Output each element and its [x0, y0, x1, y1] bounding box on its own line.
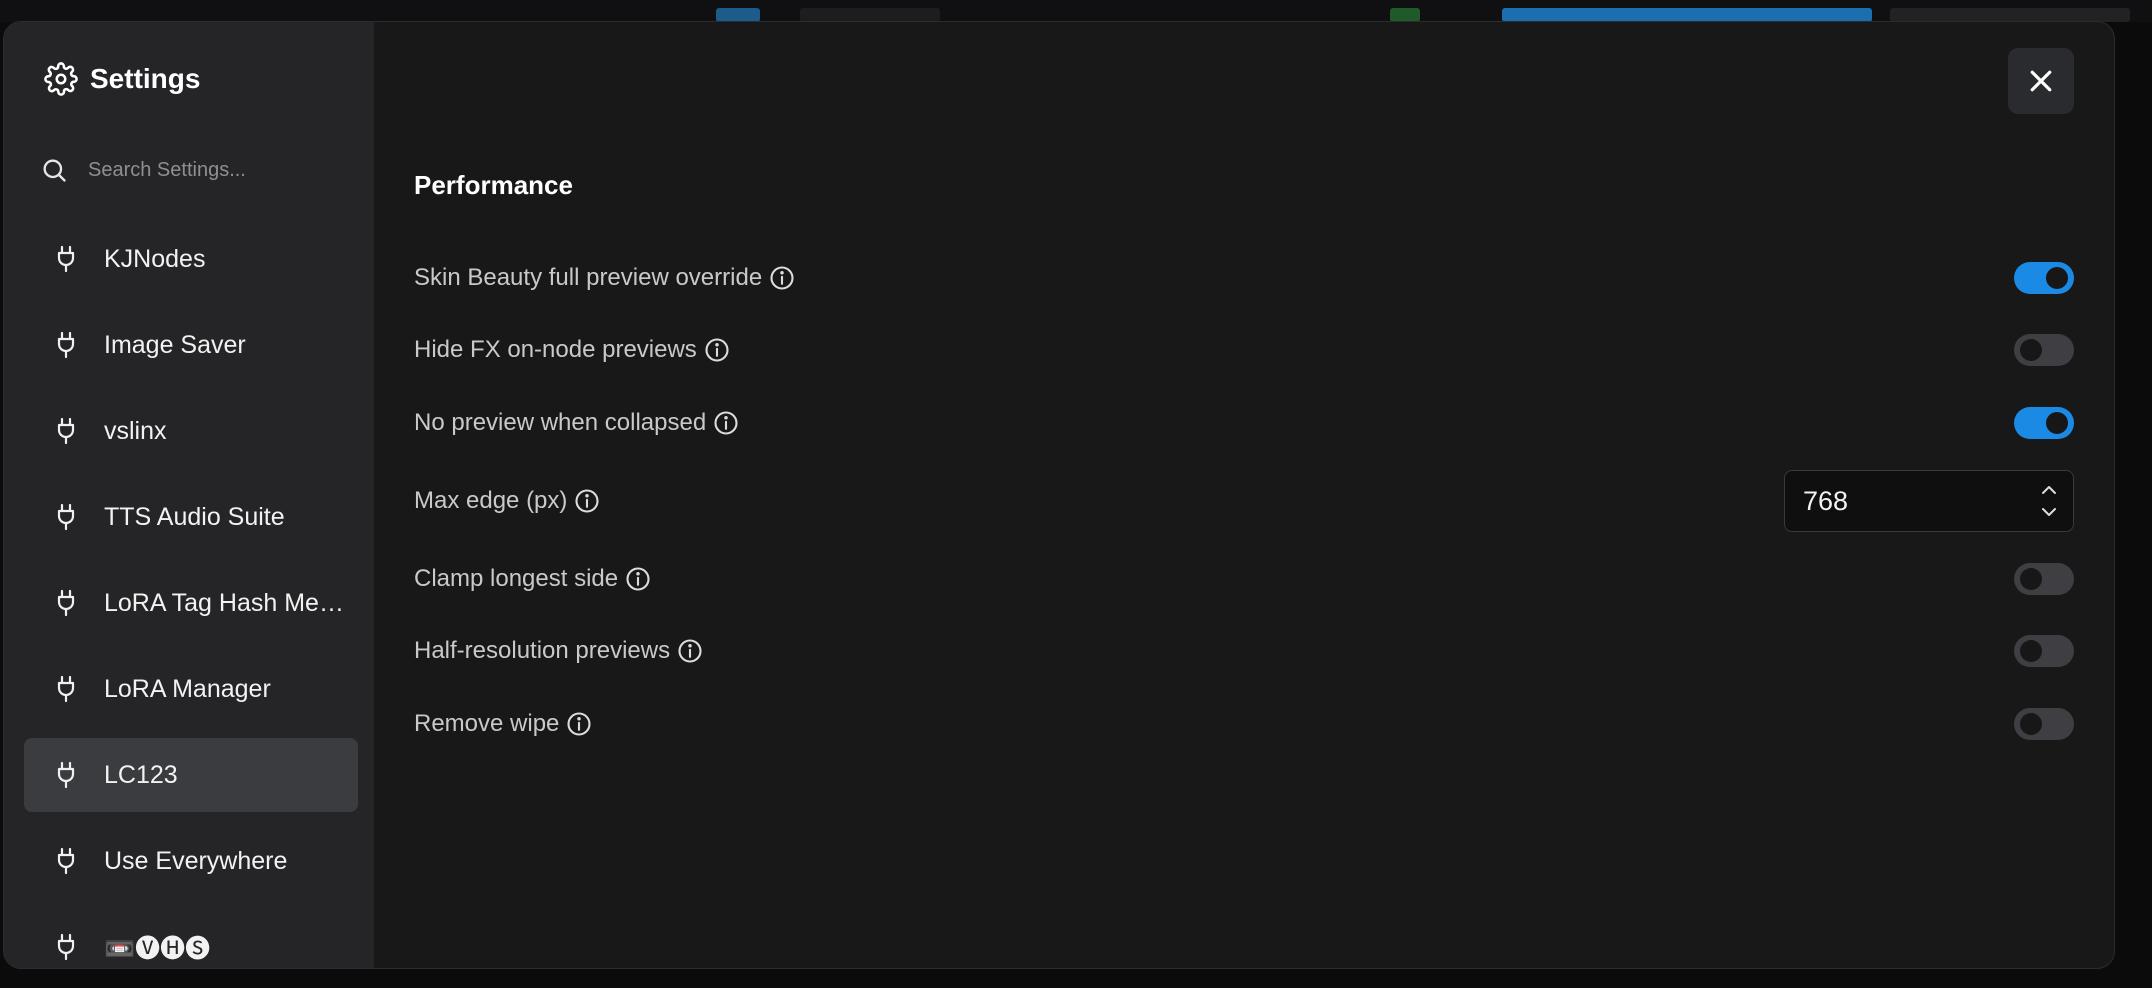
- info-icon[interactable]: [573, 487, 601, 515]
- plug-icon: [57, 761, 75, 789]
- setting-label: Remove wipe: [414, 710, 560, 737]
- setting-row: No preview when collapsed: [414, 403, 2074, 443]
- settings-header: Settings: [44, 62, 200, 96]
- setting-label-group: Hide FX on-node previews: [414, 336, 731, 364]
- setting-label-group: Clamp longest side: [414, 565, 652, 593]
- setting-toggle[interactable]: [2014, 708, 2074, 740]
- setting-label: No preview when collapsed: [414, 409, 707, 436]
- toggle-knob: [2020, 568, 2042, 590]
- setting-toggle[interactable]: [2014, 563, 2074, 595]
- plug-icon: [57, 417, 75, 445]
- chevron-up-icon[interactable]: [2039, 482, 2059, 498]
- sidebar-item[interactable]: vslinx: [24, 394, 358, 468]
- setting-toggle[interactable]: [2014, 407, 2074, 439]
- plug-icon: [57, 933, 75, 961]
- info-icon[interactable]: [676, 637, 704, 665]
- toggle-knob: [2020, 713, 2042, 735]
- settings-dialog: Settings KJNodes Image Saver vslinx TTS Aud…: [3, 21, 2115, 969]
- search-icon: [43, 159, 66, 182]
- info-icon[interactable]: [768, 264, 796, 292]
- setting-label: Clamp longest side: [414, 565, 619, 592]
- sidebar-item[interactable]: TTS Audio Suite: [24, 480, 358, 554]
- settings-sidebar: Settings KJNodes Image Saver vslinx TTS Aud…: [4, 22, 374, 968]
- chevron-down-icon[interactable]: [2039, 504, 2059, 520]
- settings-title: Settings: [90, 63, 201, 94]
- background-block: [716, 8, 760, 22]
- sidebar-item-label: 📼🅥🅗🅢: [104, 935, 211, 963]
- setting-label-group: Max edge (px): [414, 487, 601, 515]
- close-icon: [2030, 70, 2052, 92]
- setting-label: Skin Beauty full preview override: [414, 264, 763, 291]
- sidebar-item[interactable]: 📼🅥🅗🅢: [24, 910, 358, 968]
- gear-icon: [44, 62, 78, 96]
- sidebar-item-label: TTS Audio Suite: [104, 502, 285, 531]
- sidebar-item-label: LoRA Manager: [104, 674, 271, 703]
- setting-label: Max edge (px): [414, 487, 568, 514]
- sidebar-item[interactable]: LoRA Tag Hash Met...: [24, 566, 358, 640]
- setting-row: Half-resolution previews: [414, 631, 2074, 671]
- sidebar-item-label: KJNodes: [104, 244, 206, 273]
- setting-label-group: Remove wipe: [414, 710, 593, 738]
- toggle-knob: [2020, 339, 2042, 361]
- sidebar-item[interactable]: KJNodes: [24, 222, 358, 296]
- sidebar-item[interactable]: LC123: [24, 738, 358, 812]
- background-block: [1390, 8, 1420, 22]
- setting-row: Clamp longest side: [414, 559, 2074, 599]
- settings-category-list: KJNodes Image Saver vslinx TTS Audio Suite L…: [24, 222, 358, 968]
- sidebar-item-label: Image Saver: [104, 330, 246, 359]
- toggle-knob: [2020, 640, 2042, 662]
- sidebar-item-label: Use Everywhere: [104, 846, 288, 875]
- setting-label-group: Half-resolution previews: [414, 637, 704, 665]
- sidebar-item-label: LoRA Tag Hash Met...: [104, 588, 344, 617]
- search-input[interactable]: [88, 158, 348, 182]
- settings-search: [40, 150, 350, 190]
- setting-row: Max edge (px) 768: [414, 470, 2074, 532]
- background-block: [1890, 8, 2130, 22]
- info-icon[interactable]: [703, 336, 731, 364]
- setting-row: Skin Beauty full preview override: [414, 258, 2074, 298]
- setting-toggle[interactable]: [2014, 334, 2074, 366]
- sidebar-item[interactable]: Image Saver: [24, 308, 358, 382]
- setting-row: Hide FX on-node previews: [414, 330, 2074, 370]
- plug-icon: [57, 503, 75, 531]
- number-value[interactable]: 768: [1803, 486, 1848, 517]
- plug-icon: [57, 245, 75, 273]
- toggle-knob: [2046, 267, 2068, 289]
- number-stepper: [2039, 482, 2059, 520]
- background-app-toolbar: [0, 0, 2152, 22]
- sidebar-item[interactable]: LoRA Manager: [24, 652, 358, 726]
- plug-icon: [57, 675, 75, 703]
- sidebar-item[interactable]: Use Everywhere: [24, 824, 358, 898]
- sidebar-item-label: vslinx: [104, 416, 167, 445]
- background-block: [1502, 8, 1872, 22]
- section-title: Performance: [414, 170, 573, 200]
- sidebar-item-label: LC123: [104, 760, 178, 789]
- plug-icon: [57, 589, 75, 617]
- setting-toggle[interactable]: [2014, 262, 2074, 294]
- setting-toggle[interactable]: [2014, 635, 2074, 667]
- close-button[interactable]: [2008, 48, 2074, 114]
- info-icon[interactable]: [565, 710, 593, 738]
- setting-label-group: No preview when collapsed: [414, 409, 740, 437]
- settings-content: Performance Skin Beauty full preview ove…: [374, 22, 2114, 968]
- plug-icon: [57, 331, 75, 359]
- setting-row: Remove wipe: [414, 704, 2074, 744]
- max-edge-input[interactable]: 768: [1784, 470, 2074, 532]
- setting-label: Hide FX on-node previews: [414, 336, 697, 363]
- info-icon[interactable]: [624, 565, 652, 593]
- info-icon[interactable]: [712, 409, 740, 437]
- setting-label: Half-resolution previews: [414, 637, 671, 664]
- plug-icon: [57, 847, 75, 875]
- background-block: [800, 8, 940, 22]
- toggle-knob: [2046, 412, 2068, 434]
- setting-label-group: Skin Beauty full preview override: [414, 264, 796, 292]
